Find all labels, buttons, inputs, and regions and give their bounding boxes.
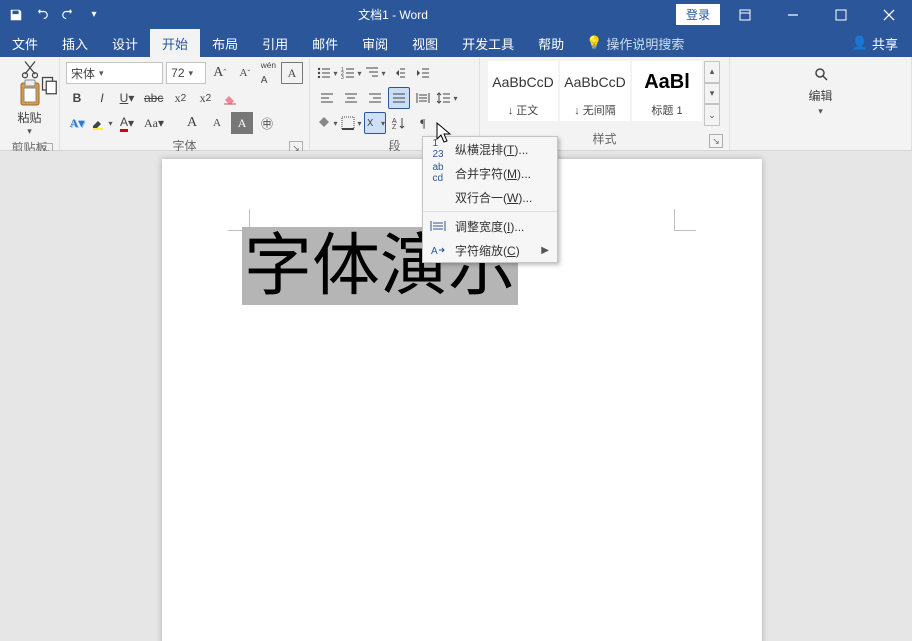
- ribbon-tabs: 文件 插入 设计 开始 布局 引用 邮件 审阅 视图 开发工具 帮助 💡 操作说…: [0, 29, 912, 57]
- ribbon-display-icon[interactable]: [722, 0, 768, 29]
- tab-design[interactable]: 设计: [100, 29, 150, 57]
- fit-width-icon: [429, 217, 447, 235]
- strikethrough-icon[interactable]: abc: [141, 87, 166, 109]
- text-effects-icon[interactable]: A ▾: [66, 112, 88, 134]
- style-heading1[interactable]: AaBl标题 1: [632, 61, 702, 121]
- increase-font-icon[interactable]: A: [181, 112, 203, 134]
- cut-icon[interactable]: [20, 61, 40, 77]
- style-nospacing[interactable]: AaBbCcD↓ 无间隔: [560, 61, 630, 121]
- share-button[interactable]: 👤 共享: [838, 29, 912, 57]
- menu-fit-width[interactable]: 调整宽度(I)...: [423, 214, 557, 238]
- group-font: 宋体▾ 72▾ Aˆ Aˇ wénA A B I U ▾ abc x2 x2 A…: [60, 57, 310, 150]
- decrease-indent-icon[interactable]: [388, 62, 410, 84]
- superscript-icon[interactable]: x2: [194, 87, 216, 109]
- tab-mailings[interactable]: 邮件: [300, 29, 350, 57]
- font-name-combo[interactable]: 宋体▾: [66, 62, 163, 84]
- show-marks-icon[interactable]: ¶: [412, 112, 434, 134]
- font-size-combo[interactable]: 72▾: [166, 62, 206, 84]
- undo-icon[interactable]: [30, 3, 54, 27]
- tab-home[interactable]: 开始: [150, 29, 200, 57]
- svg-text:A: A: [431, 246, 438, 257]
- group-label-editing: 编辑: [808, 87, 832, 104]
- style-normal[interactable]: AaBbCcD↓ 正文: [488, 61, 558, 121]
- highlight-icon[interactable]: ▾: [91, 112, 113, 134]
- sort-icon[interactable]: AZ: [388, 112, 410, 134]
- tab-developer[interactable]: 开发工具: [450, 29, 526, 57]
- submenu-arrow-icon: ▶: [541, 245, 549, 256]
- menu-character-scaling[interactable]: A 字符缩放(C) ▶: [423, 238, 557, 262]
- asian-layout-menu: 123 纵横混排(T)... abcd 合并字符(M)... 双行合一(W)..…: [422, 136, 558, 263]
- change-case-icon[interactable]: Aa ▾: [141, 112, 167, 134]
- menu-combine-characters[interactable]: abcd 合并字符(M)...: [423, 161, 557, 185]
- window-title: 文档1 - Word: [110, 6, 676, 23]
- shrink-font-icon[interactable]: Aˇ: [234, 62, 256, 84]
- group-editing: 编辑 ▾: [730, 57, 912, 150]
- multilevel-list-icon[interactable]: ▾: [364, 62, 386, 84]
- distributed-icon[interactable]: [412, 87, 434, 109]
- tab-help[interactable]: 帮助: [526, 29, 576, 57]
- asian-layout-button[interactable]: Ⅹ▾: [364, 112, 386, 134]
- enclose-character-icon[interactable]: A: [231, 112, 253, 134]
- quick-access-toolbar: ▾: [0, 3, 110, 27]
- align-right-icon[interactable]: [364, 87, 386, 109]
- tab-file[interactable]: 文件: [0, 29, 50, 57]
- redo-icon[interactable]: [56, 3, 80, 27]
- tab-view[interactable]: 视图: [400, 29, 450, 57]
- line-spacing-icon[interactable]: ▾: [436, 87, 458, 109]
- maximize-icon[interactable]: [818, 0, 864, 29]
- tab-layout[interactable]: 布局: [200, 29, 250, 57]
- tell-me-search[interactable]: 💡 操作说明搜索: [576, 29, 694, 57]
- combine-chars-icon: abcd: [429, 164, 447, 182]
- shading-icon[interactable]: ▾: [316, 112, 338, 134]
- tab-references[interactable]: 引用: [250, 29, 300, 57]
- character-border-icon[interactable]: A: [281, 62, 303, 84]
- group-clipboard: 粘贴 ▾ 剪贴板↘: [0, 57, 60, 150]
- svg-text:Ⅹ: Ⅹ: [367, 118, 373, 128]
- bold-icon[interactable]: B: [66, 87, 88, 109]
- menu-two-lines[interactable]: 双行合一(W)...: [423, 185, 557, 209]
- align-justify-icon[interactable]: [388, 87, 410, 109]
- increase-indent-icon[interactable]: [412, 62, 434, 84]
- title-bar: ▾ 文档1 - Word 登录: [0, 0, 912, 29]
- styles-launcher-icon[interactable]: ↘: [709, 134, 723, 148]
- bullets-icon[interactable]: ▾: [316, 62, 338, 84]
- find-icon[interactable]: [810, 63, 832, 85]
- share-icon: 👤: [852, 35, 868, 51]
- numbering-icon[interactable]: 123▾: [340, 62, 362, 84]
- grow-font-icon[interactable]: Aˆ: [209, 62, 231, 84]
- borders-icon[interactable]: ▾: [340, 112, 362, 134]
- save-icon[interactable]: [4, 3, 28, 27]
- underline-icon[interactable]: U ▾: [116, 87, 138, 109]
- circle-character-icon[interactable]: ㊥: [256, 112, 278, 134]
- close-icon[interactable]: [866, 0, 912, 29]
- lightbulb-icon: 💡: [586, 35, 602, 51]
- tab-review[interactable]: 审阅: [350, 29, 400, 57]
- decrease-font-icon[interactable]: A: [206, 112, 228, 134]
- subscript-icon[interactable]: x2: [169, 87, 191, 109]
- clear-formatting-icon[interactable]: [219, 87, 241, 109]
- group-label-styles: 样式: [592, 132, 616, 146]
- italic-icon[interactable]: I: [91, 87, 113, 109]
- char-scale-icon: A: [429, 241, 447, 259]
- align-center-icon[interactable]: [340, 87, 362, 109]
- svg-text:Z: Z: [392, 124, 397, 131]
- tab-insert[interactable]: 插入: [50, 29, 100, 57]
- login-button[interactable]: 登录: [676, 4, 720, 25]
- margin-corner-tr: [674, 209, 696, 231]
- align-left-icon[interactable]: [316, 87, 338, 109]
- styles-scroll[interactable]: ▴▾⌄: [704, 61, 720, 126]
- qat-dropdown-icon[interactable]: ▾: [82, 3, 106, 27]
- mouse-cursor-icon: [436, 122, 454, 144]
- copy-icon[interactable]: [40, 77, 60, 93]
- phonetic-guide-icon[interactable]: wénA: [259, 62, 278, 84]
- svg-text:3: 3: [341, 75, 344, 81]
- font-color-icon[interactable]: A ▾: [116, 112, 138, 134]
- minimize-icon[interactable]: [770, 0, 816, 29]
